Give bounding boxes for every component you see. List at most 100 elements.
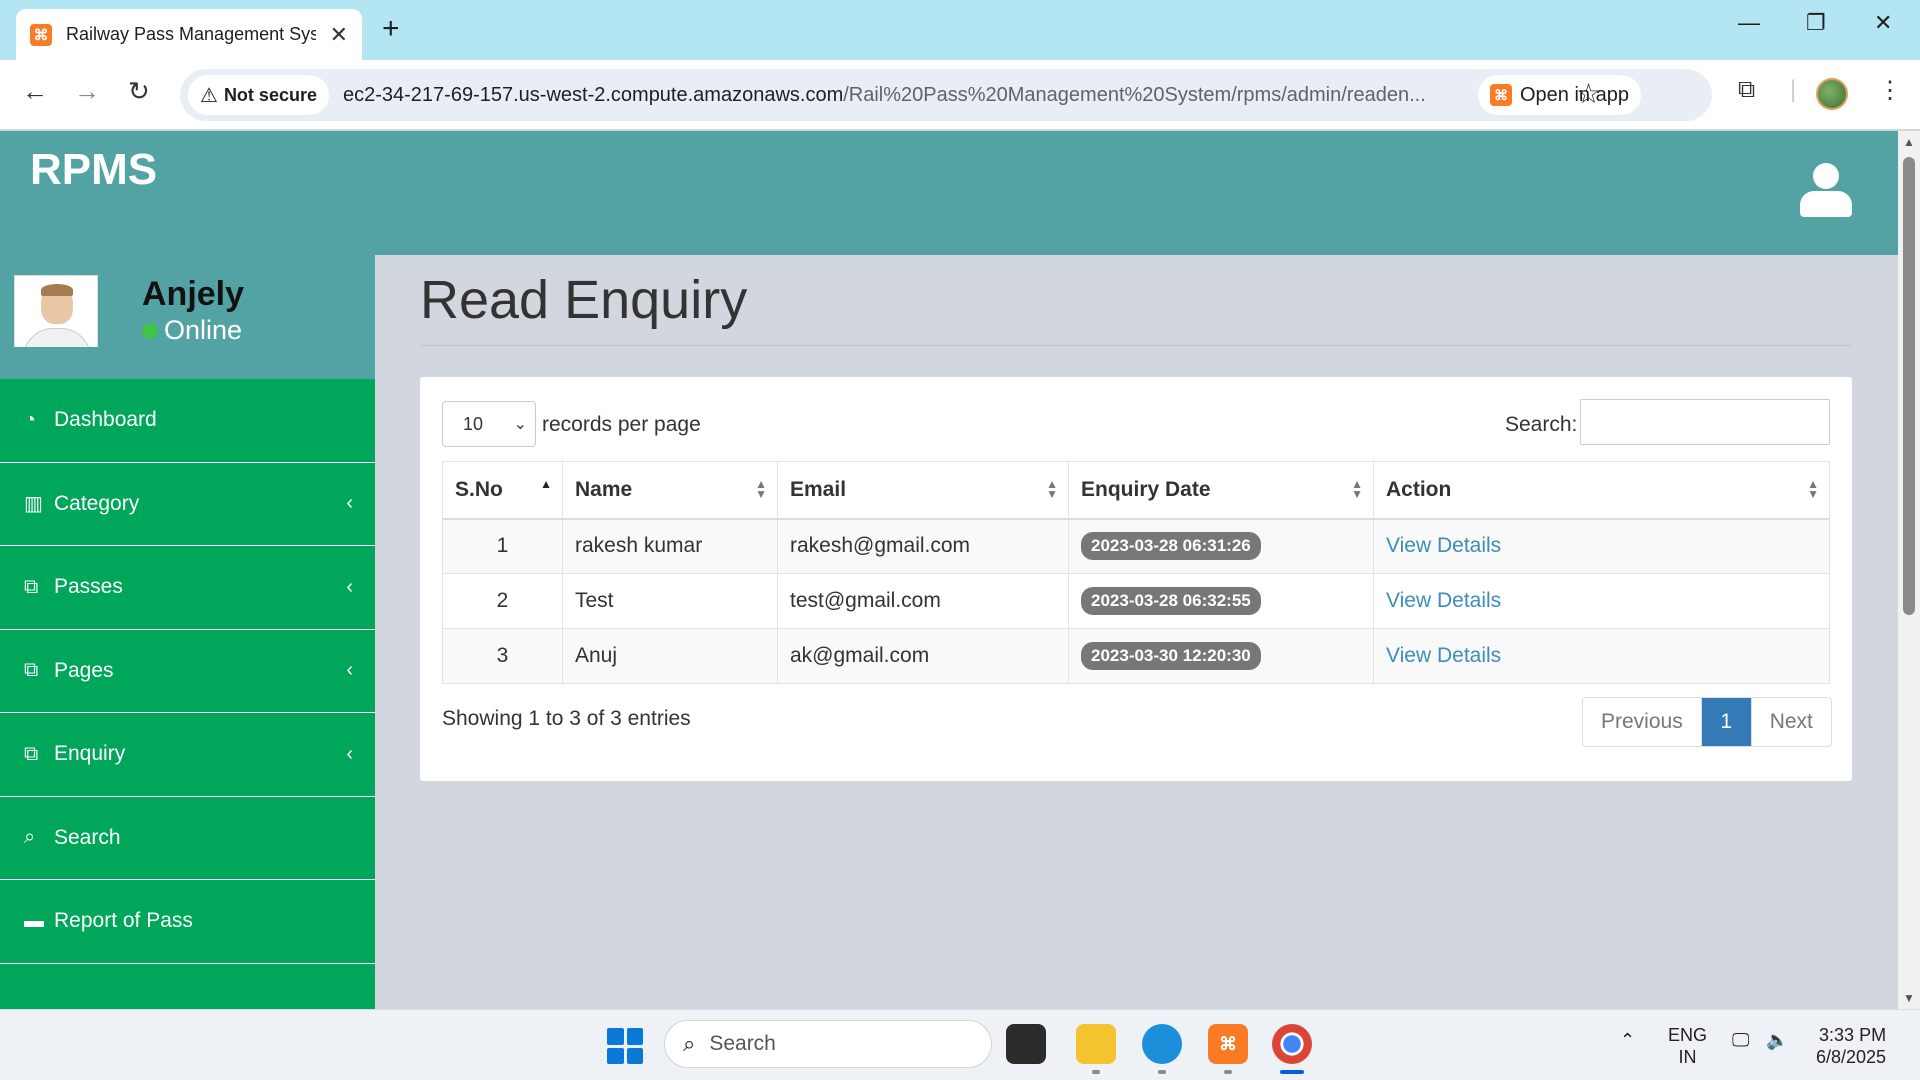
cell-email: test@gmail.com [777, 573, 1069, 629]
chevron-left-icon: ‹ [346, 659, 353, 682]
page-viewport: RPMS Anjely Online ◔ Dashboard ▥ Categor… [0, 131, 1898, 1009]
column-header-label: Action [1386, 477, 1452, 501]
close-window-icon[interactable]: ✕ [1874, 10, 1892, 36]
system-clock[interactable]: 3:33 PM 6/8/2025 [1816, 1024, 1886, 1068]
new-tab-button[interactable]: + [382, 12, 400, 46]
table-info: Showing 1 to 3 of 3 entries [442, 707, 691, 730]
column-header-email[interactable]: Email ▲ ▼ [777, 461, 1069, 520]
tab-title: Railway Pass Management Syste [66, 24, 316, 44]
browser-tab[interactable]: ⌘ Railway Pass Management Syste ✕ [16, 9, 362, 60]
column-header-action[interactable]: Action ▲ ▼ [1373, 461, 1830, 520]
sidebar-item-label: Passes [54, 575, 123, 599]
minimize-icon[interactable]: — [1738, 10, 1760, 36]
xampp-app-icon: ⌘ [1490, 84, 1512, 106]
input-language[interactable]: ENG IN [1668, 1024, 1707, 1068]
column-header-label: S.No [455, 477, 503, 501]
windows-start-icon[interactable] [607, 1028, 643, 1064]
xampp-favicon-icon: ⌘ [30, 23, 52, 46]
column-header-name[interactable]: Name ▲ ▼ [562, 461, 778, 520]
sidebar-item-dashboard[interactable]: ◔ Dashboard [0, 379, 375, 463]
taskbar-search[interactable]: ⌕ Search [664, 1020, 992, 1068]
sidebar: Anjely Online ◔ Dashboard ▥ Category ‹ ⧉… [0, 255, 375, 1009]
restore-icon[interactable]: ❐ [1806, 10, 1826, 36]
sidebar-item-pages[interactable]: ⧉ Pages ‹ [0, 630, 375, 713]
security-label: Not secure [223, 84, 317, 105]
copy-icon: ⧉ [24, 742, 39, 765]
show-hidden-icons-icon[interactable]: ⌃ [1620, 1030, 1635, 1051]
scroll-down-icon[interactable]: ▼ [1903, 991, 1915, 1005]
url-path: /Rail%20Pass%20Management%20System/rpms/… [843, 83, 1426, 106]
taskbar: ⌕ Search ⌘ ⌃ ENG IN 🖵 🔈 3:33 PM 6/8/2025 [0, 1009, 1920, 1080]
view-details-link[interactable]: View Details [1386, 534, 1501, 557]
file-explorer-icon[interactable] [1076, 1024, 1116, 1064]
back-arrow-icon[interactable]: ← [22, 76, 48, 107]
chevron-left-icon: ‹ [346, 742, 353, 765]
browser-toolbar: ← → ↻ ⚠ Not secure ec2-34-217-69-157.us-… [0, 60, 1920, 130]
user-status-label: Online [164, 315, 243, 345]
records-per-page-select[interactable]: 10 ⌄ [442, 401, 536, 447]
user-status: Online [142, 315, 242, 346]
clock-time: 3:33 PM [1819, 1025, 1887, 1045]
reload-icon[interactable]: ↻ [128, 76, 150, 107]
sidebar-item-passes[interactable]: ⧉ Passes ‹ [0, 546, 375, 630]
bookmark-star-icon[interactable]: ☆ [1576, 77, 1601, 110]
copy-icon: ⧉ [24, 659, 39, 682]
brand-logo[interactable]: RPMS [30, 145, 157, 195]
edge-browser-icon[interactable] [1142, 1024, 1182, 1064]
profile-avatar-icon[interactable] [1816, 78, 1848, 110]
sort-icon: ▲ ▼ [755, 477, 767, 501]
sidebar-item-category[interactable]: ▥ Category ‹ [0, 463, 375, 546]
task-view-icon[interactable] [1006, 1024, 1046, 1064]
page-scrollbar[interactable]: ▲ ▼ [1898, 131, 1920, 1009]
enquiry-table-box: 10 ⌄ records per page Search: S.No ▲ Name… [420, 377, 1852, 781]
view-details-link[interactable]: View Details [1386, 589, 1501, 612]
view-details-link[interactable]: View Details [1386, 644, 1501, 667]
search-input[interactable] [1580, 399, 1830, 445]
sidebar-menu: ◔ Dashboard ▥ Category ‹ ⧉ Passes ‹ ⧉ Pa… [0, 379, 375, 964]
open-in-app-button[interactable]: ⌘ Open in app [1478, 75, 1641, 115]
previous-page-button[interactable]: Previous [1583, 698, 1702, 746]
scrollbar-thumb[interactable] [1903, 157, 1915, 615]
cell-name: Anuj [562, 628, 778, 684]
cell-name: rakesh kumar [562, 518, 778, 574]
lang-code: ENG [1668, 1025, 1708, 1045]
more-menu-icon[interactable]: ⋮ [1878, 76, 1902, 105]
xampp-icon[interactable]: ⌘ [1208, 1024, 1248, 1064]
app-header: RPMS [0, 131, 1898, 255]
page-1-button[interactable]: 1 [1701, 698, 1752, 746]
lens-search-icon[interactable]: ⧉ [1738, 76, 1755, 104]
sidebar-item-label: Report of Pass [54, 909, 193, 933]
chevron-left-icon: ‹ [346, 575, 353, 598]
sidebar-item-report-of-pass[interactable]: ▬ Report of Pass [0, 880, 375, 964]
toolbar-divider: | [1790, 76, 1797, 103]
url-text[interactable]: ec2-34-217-69-157.us-west-2.compute.amaz… [343, 84, 1463, 107]
enquiry-table: S.No ▲ Name ▲ ▼ Email ▲ ▼ Enquiry Date ▲ ▼ Acti… [442, 461, 1830, 684]
security-chip[interactable]: ⚠ Not secure [188, 75, 329, 115]
next-page-button[interactable]: Next [1752, 698, 1831, 746]
address-bar[interactable]: ⚠ Not secure ec2-34-217-69-157.us-west-2… [180, 69, 1712, 121]
chevron-down-icon: ⌄ [513, 416, 527, 433]
sidebar-item-search[interactable]: ⌕ Search [0, 797, 375, 880]
scroll-up-icon[interactable]: ▲ [1903, 135, 1915, 149]
column-header-enquiry-date[interactable]: Enquiry Date ▲ ▼ [1068, 461, 1374, 520]
volume-icon[interactable]: 🔈 [1766, 1030, 1788, 1051]
user-name: Anjely [142, 275, 245, 313]
cell-action: View Details [1373, 628, 1830, 684]
date-badge: 2023-03-28 06:31:26 [1081, 532, 1261, 561]
app-indicator [1092, 1070, 1100, 1074]
date-badge: 2023-03-30 12:20:30 [1081, 642, 1261, 670]
chrome-browser-icon[interactable] [1272, 1024, 1312, 1064]
sidebar-item-enquiry[interactable]: ⧉ Enquiry ‹ [0, 713, 375, 797]
cell-date: 2023-03-28 06:31:26 [1068, 518, 1374, 574]
network-icon[interactable]: 🖵 [1732, 1030, 1749, 1051]
online-dot-icon [142, 322, 158, 339]
tab-close-icon[interactable]: ✕ [330, 22, 348, 48]
forward-arrow-icon[interactable]: → [74, 76, 100, 107]
lang-region: IN [1678, 1047, 1697, 1067]
table-row: 3 Anuj ak@gmail.com 2023-03-30 12:20:30 … [442, 628, 1830, 684]
sidebar-item-label: Dashboard [54, 408, 157, 432]
cell-email: ak@gmail.com [777, 628, 1069, 684]
app-indicator [1158, 1070, 1166, 1074]
column-header-sno[interactable]: S.No ▲ [442, 461, 563, 520]
user-account-icon[interactable] [1800, 163, 1852, 219]
